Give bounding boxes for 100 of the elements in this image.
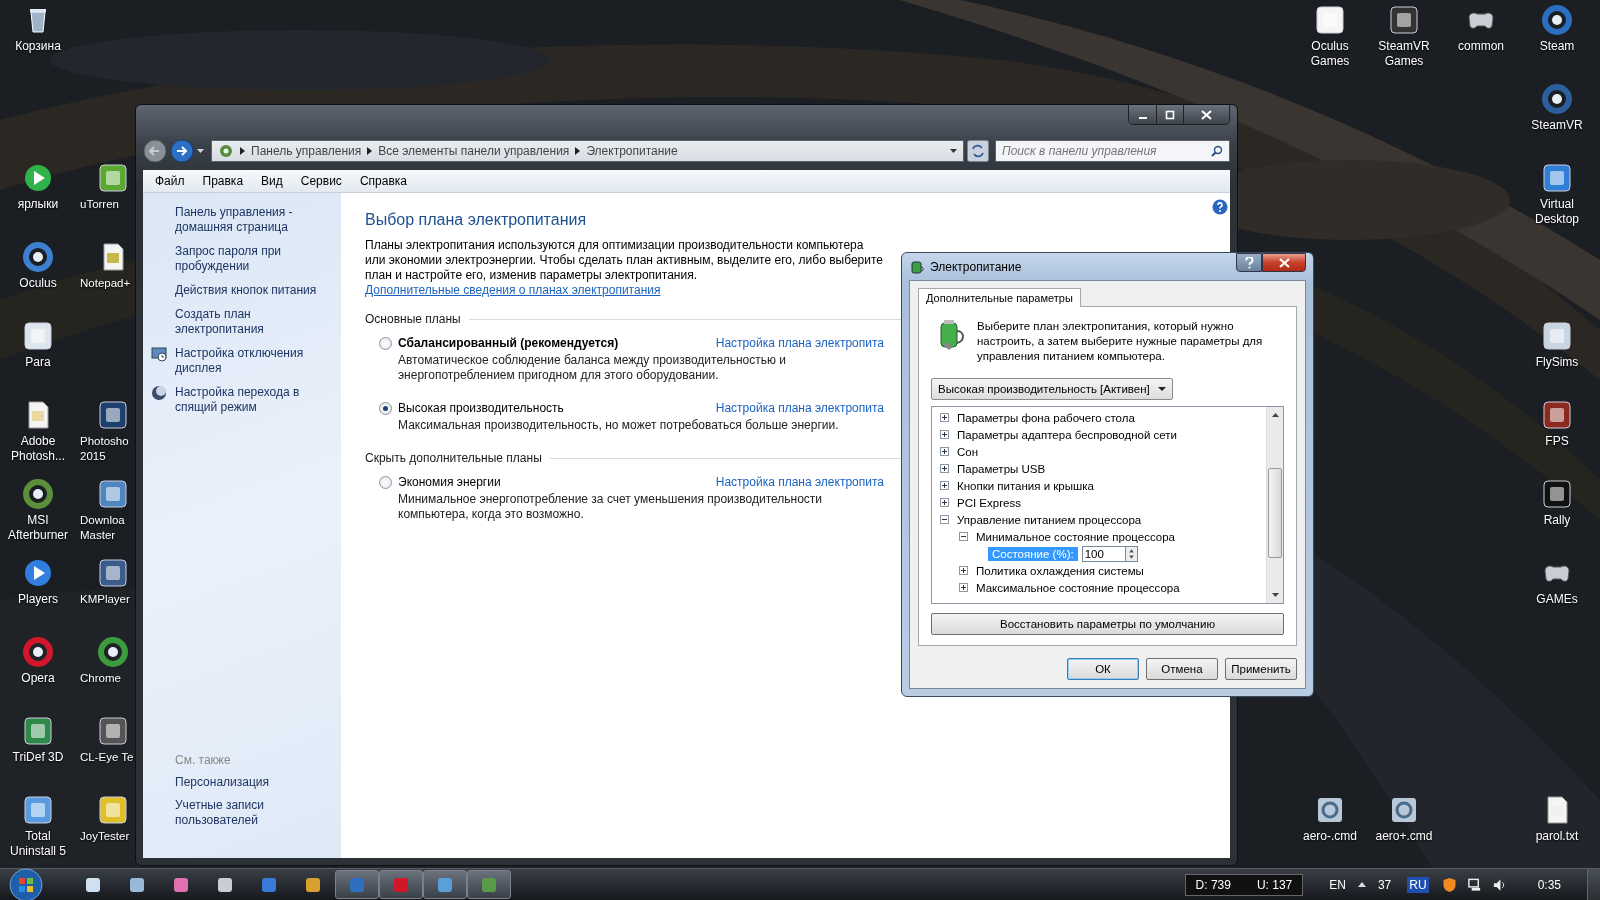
icon-label[interactable]: Корзина bbox=[15, 39, 61, 54]
icon-label[interactable]: SteamVR bbox=[1531, 118, 1583, 133]
input-language-indicator[interactable]: RU bbox=[1407, 876, 1429, 893]
expand-icon[interactable] bbox=[940, 447, 949, 456]
icon-label[interactable]: uTorren bbox=[80, 197, 119, 212]
icon-label[interactable]: FlySims bbox=[1535, 355, 1579, 370]
sidebar-link[interactable]: Учетные записи пользователей bbox=[175, 798, 335, 828]
expand-icon[interactable] bbox=[940, 464, 949, 473]
app-icon[interactable] bbox=[1314, 4, 1346, 36]
scroll-down-icon[interactable] bbox=[1271, 593, 1279, 597]
menu-item[interactable]: Файл bbox=[146, 174, 194, 188]
ring-icon[interactable] bbox=[97, 636, 129, 668]
icon-label[interactable]: SteamVR Games bbox=[1367, 39, 1441, 69]
app-icon[interactable] bbox=[97, 557, 129, 589]
icon-label[interactable]: Oculus Games bbox=[1293, 39, 1367, 69]
icon-label[interactable]: ярлыки bbox=[17, 197, 59, 212]
forward-button[interactable] bbox=[170, 139, 194, 163]
collapse-icon[interactable] bbox=[940, 515, 949, 524]
radio-button[interactable] bbox=[379, 336, 392, 350]
ring-icon[interactable] bbox=[22, 478, 54, 510]
expand-icon[interactable] bbox=[940, 413, 949, 422]
tree-item[interactable]: Управление питанием процессора bbox=[957, 513, 1142, 526]
menu-item[interactable]: Вид bbox=[252, 174, 292, 188]
icon-label[interactable]: TriDef 3D bbox=[12, 750, 64, 765]
icon-label[interactable]: Para bbox=[25, 355, 51, 370]
breadcrumb-item[interactable]: Все элементы панели управления bbox=[378, 144, 570, 158]
restore-defaults-button[interactable]: Восстановить параметры по умолчанию bbox=[931, 613, 1284, 635]
sidebar-link[interactable]: Действия кнопок питания bbox=[175, 283, 317, 298]
sidebar-link[interactable]: Панель управления - домашняя страница bbox=[175, 205, 335, 235]
tab[interactable]: Дополнительные параметры bbox=[918, 288, 1081, 307]
maximize-button[interactable] bbox=[1156, 105, 1183, 124]
icon-label[interactable]: JoyTester bbox=[80, 829, 130, 844]
tree-item[interactable]: Максимальное состояние процессора bbox=[976, 581, 1180, 594]
icon-label[interactable]: parol.txt bbox=[1535, 829, 1579, 844]
app-icon[interactable] bbox=[22, 320, 54, 352]
tree-item[interactable]: Политика охлаждения системы bbox=[976, 564, 1144, 577]
icon-label[interactable]: Oculus bbox=[19, 276, 57, 291]
chevron-icon[interactable] bbox=[240, 147, 245, 155]
icon-label[interactable]: Steam bbox=[1539, 39, 1575, 54]
ring-icon[interactable] bbox=[1541, 83, 1573, 115]
sidebar-link[interactable]: Запрос пароля при пробуждении bbox=[175, 244, 335, 274]
tree-item[interactable]: Минимальное состояние процессора bbox=[976, 530, 1175, 543]
dialog-button[interactable]: ОК bbox=[1067, 658, 1139, 680]
scrollbar[interactable] bbox=[1266, 407, 1283, 603]
show-hidden-icons-button[interactable] bbox=[1357, 882, 1366, 887]
refresh-button[interactable] bbox=[967, 140, 989, 162]
expand-icon[interactable] bbox=[940, 481, 949, 490]
tree-item[interactable]: Параметры фона рабочего стола bbox=[957, 411, 1135, 424]
minimize-button[interactable] bbox=[1129, 105, 1156, 124]
icon-label[interactable]: Downloa Master bbox=[80, 513, 134, 543]
scroll-up-icon[interactable] bbox=[1271, 413, 1279, 417]
network-icon[interactable] bbox=[1466, 876, 1482, 893]
search-field[interactable]: Поиск в панели управления bbox=[995, 140, 1230, 162]
breadcrumb-item[interactable]: Панель управления bbox=[251, 144, 362, 158]
dialog-button[interactable]: Применить bbox=[1225, 658, 1297, 680]
radio-button[interactable] bbox=[379, 475, 392, 489]
help-icon[interactable] bbox=[1212, 199, 1228, 215]
icon-label[interactable]: Notepad+ bbox=[80, 276, 131, 291]
expand-icon[interactable] bbox=[959, 566, 968, 575]
app-icon[interactable] bbox=[1541, 162, 1573, 194]
ring-icon[interactable] bbox=[22, 636, 54, 668]
dropdown-icon[interactable] bbox=[950, 149, 957, 153]
play-icon[interactable] bbox=[22, 162, 54, 194]
menu-item[interactable]: Сервис bbox=[291, 174, 351, 188]
sidebar-link[interactable]: Создать план электропитания bbox=[175, 307, 335, 337]
dialog-button[interactable]: Отмена bbox=[1146, 658, 1218, 680]
breadcrumb-item[interactable]: Электропитание bbox=[586, 144, 678, 158]
tree-item[interactable]: PCI Express bbox=[957, 496, 1021, 509]
back-button[interactable] bbox=[143, 139, 167, 163]
search-icon[interactable] bbox=[1211, 145, 1223, 157]
number-field[interactable]: 100 bbox=[1081, 545, 1126, 562]
tree-item[interactable]: Кнопки питания и крышка bbox=[957, 479, 1094, 492]
app-icon[interactable] bbox=[97, 162, 129, 194]
app-icon[interactable] bbox=[1541, 320, 1573, 352]
ring-icon[interactable] bbox=[1541, 4, 1573, 36]
icon-label[interactable]: MSI Afterburner bbox=[1, 513, 75, 543]
app-icon[interactable] bbox=[97, 478, 129, 510]
icon-label[interactable]: KMPlayer bbox=[80, 592, 130, 607]
icon-label[interactable]: Adobe Photosh... bbox=[1, 434, 75, 464]
sidebar-link[interactable]: Настройка отключения дисплея bbox=[175, 346, 335, 376]
icon-label[interactable]: FPS bbox=[1545, 434, 1569, 449]
expand-icon[interactable] bbox=[940, 498, 949, 507]
icon-label[interactable]: Virtual Desktop bbox=[1520, 197, 1594, 227]
app-icon[interactable] bbox=[1541, 478, 1573, 510]
icon-label[interactable]: common bbox=[1458, 39, 1504, 54]
app-icon[interactable] bbox=[22, 794, 54, 826]
ring-icon[interactable] bbox=[22, 241, 54, 273]
shield-icon[interactable] bbox=[1441, 876, 1457, 893]
icon-label[interactable]: GAMEs bbox=[1536, 592, 1578, 607]
collapse-icon[interactable] bbox=[959, 532, 968, 541]
tree-item[interactable]: Сон bbox=[957, 445, 979, 458]
radio-button[interactable] bbox=[379, 401, 392, 415]
icon-label[interactable]: Opera bbox=[21, 671, 55, 686]
tray-counter[interactable]: 37 bbox=[1377, 877, 1392, 892]
plan-dropdown[interactable]: Высокая производительность [Активен] bbox=[931, 378, 1173, 400]
chevron-icon[interactable] bbox=[575, 147, 581, 155]
app-icon[interactable] bbox=[97, 715, 129, 747]
icon-label[interactable]: Photosho 2015 bbox=[80, 434, 134, 464]
sidebar-link[interactable]: Персонализация bbox=[175, 775, 335, 790]
icon-label[interactable]: aero+.cmd bbox=[1375, 829, 1433, 844]
